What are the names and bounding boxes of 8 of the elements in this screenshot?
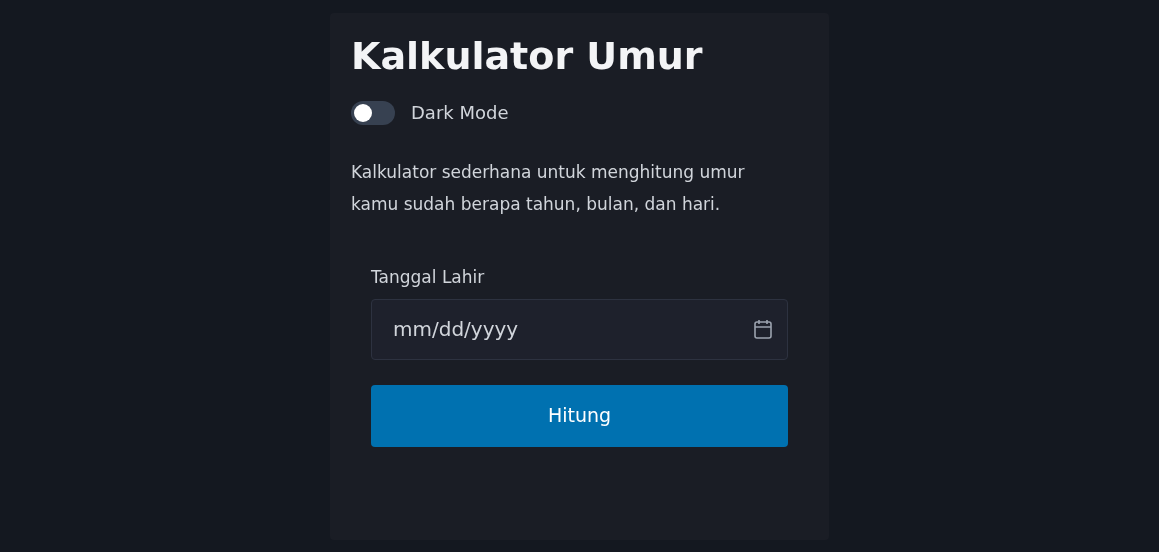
toggle-label: Dark Mode [411,101,509,125]
date-field[interactable]: mm/dd/yyyy [371,298,788,360]
calendar-icon[interactable] [754,318,772,339]
toggle-switch[interactable] [351,100,395,125]
description: Kalkulator sederhana untuk menghitung umur kamu sudah berapa tahun, bulan, dan hari. [351,161,746,216]
page-title: Kalkulator Umur [351,33,703,79]
calculate-button[interactable]: Hitung [371,384,788,447]
field-label: Tanggal Lahir [371,266,485,289]
